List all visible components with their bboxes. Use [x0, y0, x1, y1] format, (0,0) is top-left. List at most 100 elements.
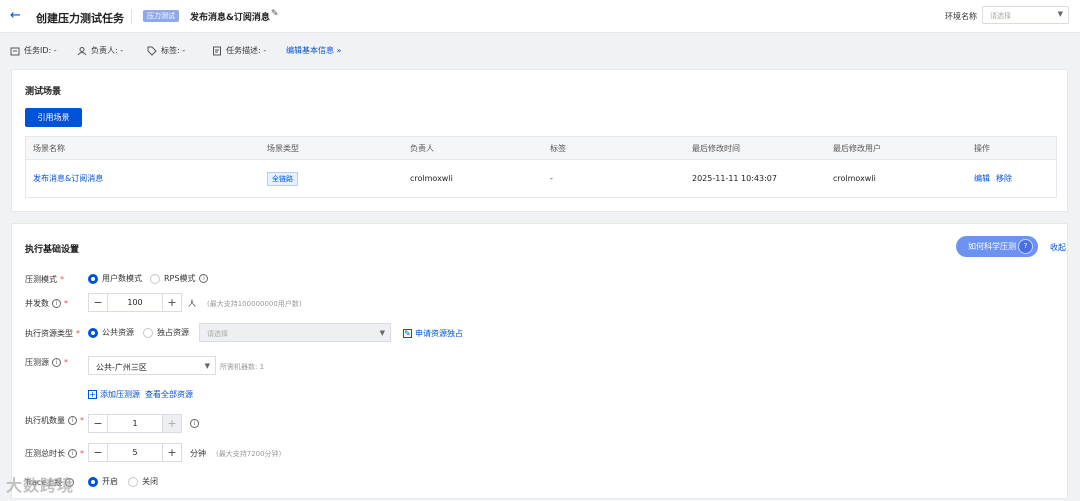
required-mark: * [76, 329, 80, 338]
concurrency-hint: (最大支持100000000用户数) [207, 300, 302, 308]
radio-checked-icon [88, 273, 98, 284]
trace-on-radio[interactable]: 开启 [88, 476, 118, 487]
resource-type-label: 执行资源类型 * [25, 328, 80, 339]
machine-count-label-text: 执行机数量 [25, 416, 65, 425]
concurrency-value[interactable]: 100 [108, 294, 162, 311]
required-mark: * [60, 275, 64, 284]
info-icon[interactable]: i [68, 416, 77, 425]
trace-off-label: 关闭 [142, 477, 158, 486]
plus-square-icon: + [88, 390, 97, 399]
mode-user-label: 用户数模式 [102, 274, 142, 283]
task-name: 发布消息&订阅消息 [190, 13, 270, 23]
trace-on-label: 开启 [102, 477, 118, 486]
owner-cell: crolmoxwli [410, 174, 453, 183]
col-header: 标签 [550, 143, 566, 153]
resource-exclusive-radio[interactable]: 独占资源 [143, 327, 189, 338]
source-label: 压测源 i * [25, 357, 68, 368]
env-select[interactable]: 请选择 ▼ [982, 6, 1069, 24]
required-mark: * [64, 358, 68, 367]
add-source-link[interactable]: + 添加压测源 [88, 389, 140, 400]
machine-count-label: 执行机数量 i * [25, 415, 84, 426]
remove-scenario-link[interactable]: 移除 [996, 160, 1012, 197]
document-icon [213, 46, 221, 55]
tags-text: 标签: - [161, 46, 186, 55]
reference-scenario-button[interactable]: 引用场景 [25, 108, 82, 127]
pencil-icon[interactable]: ✎ [271, 9, 279, 19]
mode-label-text: 压测模式 [25, 275, 57, 284]
required-mark: * [80, 449, 84, 458]
info-icon[interactable]: i [52, 299, 61, 308]
concurrency-label-text: 并发数 [25, 299, 49, 308]
decrement-button[interactable]: − [89, 415, 108, 432]
guide-button-label: 如何科学压测 [968, 242, 1016, 251]
view-all-resources-link[interactable]: 查看全部资源 [145, 389, 193, 400]
tag-icon [147, 46, 157, 56]
increment-button[interactable]: + [162, 294, 181, 311]
col-header: 最后修改用户 [833, 143, 881, 153]
back-arrow-icon[interactable]: ← [10, 9, 24, 23]
execution-settings-card: 执行基础设置 如何科学压测 ? 收起 压测模式 * 用户数模式 RPS模式 i 并… [11, 223, 1068, 499]
info-icon[interactable]: i [199, 274, 209, 283]
info-icon[interactable]: i [190, 419, 199, 428]
increment-button[interactable]: + [162, 415, 181, 432]
required-mark: * [64, 299, 68, 308]
resource-public-radio[interactable]: 公共资源 [88, 327, 134, 338]
resource-public-label: 公共资源 [102, 328, 134, 337]
test-type-tag: 压力测试 [143, 10, 179, 22]
description-text: 任务描述: - [226, 46, 267, 55]
id-card-icon [10, 47, 20, 55]
decrement-button[interactable]: − [89, 444, 108, 461]
edit-scenario-link[interactable]: 编辑 [974, 160, 990, 197]
col-header: 操作 [974, 143, 990, 153]
tags-cell: - [550, 174, 553, 183]
col-header: 场景名称 [33, 143, 65, 153]
info-icon[interactable]: i [52, 358, 61, 367]
modified-time-cell: 2025-11-11 10:43:07 [692, 174, 777, 183]
decrement-button[interactable]: − [89, 294, 108, 311]
scenario-name-link[interactable]: 发布消息&订阅消息 [33, 160, 103, 197]
edit-basic-info-link[interactable]: 编辑基本信息 » [286, 45, 341, 56]
scenario-table: 场景名称 场景类型 负责人 标签 最后修改时间 最后修改用户 操作 发布消息&订… [25, 136, 1057, 198]
apply-icon: ✎ [403, 329, 412, 338]
mode-rps-radio[interactable]: RPS模式 i [150, 273, 209, 284]
machine-count-value[interactable]: 1 [108, 415, 162, 432]
source-select[interactable]: 公共-广州三区 ▼ [88, 356, 216, 375]
scenario-title: 测试场景 [25, 87, 62, 97]
env-label: 环境名称 [945, 12, 977, 21]
mode-rps-label: RPS模式 [164, 274, 196, 283]
mode-user-radio[interactable]: 用户数模式 [88, 273, 142, 284]
concurrency-stepper: − 100 + [88, 293, 182, 312]
tags-item: 标签: - [147, 45, 185, 56]
concurrency-label: 并发数 i * [25, 298, 68, 309]
duration-value[interactable]: 5 [108, 444, 162, 461]
mode-label: 压测模式 * [25, 274, 64, 285]
info-icon[interactable]: i [68, 449, 77, 458]
owner-text: 负责人: - [91, 46, 124, 55]
env-placeholder: 请选择 [990, 12, 1011, 20]
scenario-type-tag: 全链路 [267, 171, 298, 186]
duration-hint: (最大支持7200分钟) [216, 450, 282, 458]
radio-checked-icon [88, 476, 98, 487]
chevron-down-icon: ▼ [204, 362, 210, 370]
duration-label-text: 压测总时长 [25, 449, 65, 458]
apply-exclusive-link[interactable]: ✎ 申请资源独占 [403, 328, 463, 339]
radio-unchecked-icon [143, 327, 153, 338]
test-scenario-card: 测试场景 引用场景 场景名称 场景类型 负责人 标签 最后修改时间 最后修改用户… [11, 69, 1068, 212]
resource-exclusive-label: 独占资源 [157, 328, 189, 337]
duration-stepper: − 5 + [88, 443, 182, 462]
machines-hint: 所需机器数: 1 [220, 363, 265, 371]
concurrency-unit: 人 [188, 299, 196, 308]
chevron-down-icon: ▼ [1057, 10, 1063, 18]
task-id-text: 任务ID: - [24, 46, 57, 55]
increment-button[interactable]: + [162, 444, 181, 461]
chevron-down-icon: ▼ [379, 329, 385, 337]
guide-button[interactable]: 如何科学压测 ? [956, 236, 1038, 257]
table-row: 发布消息&订阅消息 全链路 crolmoxwli - 2025-11-11 10… [26, 160, 1056, 197]
table-header: 场景名称 场景类型 负责人 标签 最后修改时间 最后修改用户 操作 [26, 137, 1056, 160]
description-item: 任务描述: - [212, 45, 266, 56]
collapse-link[interactable]: 收起 [1050, 242, 1066, 253]
user-icon [77, 46, 87, 55]
source-label-text: 压测源 [25, 358, 49, 367]
trace-off-radio[interactable]: 关闭 [128, 476, 158, 487]
col-header: 负责人 [410, 143, 434, 153]
